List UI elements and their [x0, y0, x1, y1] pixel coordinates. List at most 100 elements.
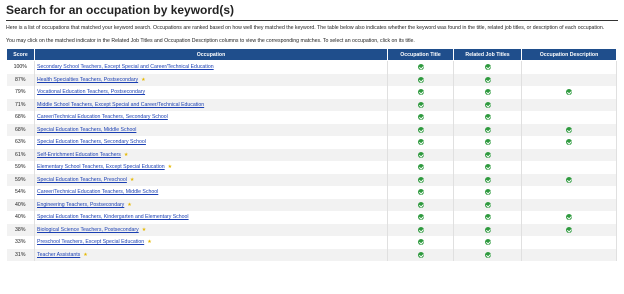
table-header-row: Score Occupation Occupation Title Relate… — [6, 48, 617, 61]
check-circle-icon[interactable] — [484, 126, 491, 133]
description-match-cell — [521, 161, 617, 174]
check-circle-icon — [417, 176, 424, 183]
title-match-cell — [387, 148, 454, 161]
occupation-link[interactable]: Teacher Assistants — [37, 252, 80, 258]
title-match-cell — [387, 73, 454, 86]
occupation-title-header[interactable]: Occupation Title — [387, 48, 454, 61]
table-row: 100% Secondary School Teachers, Except Sp… — [6, 60, 617, 74]
score-cell: 31% — [6, 248, 35, 261]
check-circle-icon[interactable] — [566, 176, 572, 183]
bright-outlook-star-icon: ★ — [141, 226, 147, 233]
occupation-link[interactable]: Health Specialties Teachers, Postseconda… — [37, 77, 138, 83]
check-circle-icon[interactable] — [484, 251, 491, 258]
occupation-cell: Career/Technical Education Teachers, Mid… — [34, 186, 388, 199]
description-match-cell — [521, 248, 617, 261]
score-cell: 68% — [6, 123, 35, 136]
bright-outlook-star-icon: ★ — [167, 164, 173, 171]
occupation-cell: Vocational Education Teachers, Postsecon… — [34, 86, 388, 99]
check-circle-icon[interactable] — [484, 139, 491, 146]
table-row: 63% Special Education Teachers, Secondary… — [6, 136, 617, 149]
title-match-cell — [387, 236, 454, 249]
occupation-link[interactable]: Middle School Teachers, Except Special a… — [37, 102, 204, 108]
occupation-cell: Self-Enrichment Education Teachers ★ — [34, 148, 388, 161]
results-table: Score Occupation Occupation Title Relate… — [6, 48, 617, 261]
score-cell: 63% — [6, 136, 35, 149]
score-cell: 38% — [6, 223, 35, 236]
check-circle-icon[interactable] — [484, 189, 491, 196]
check-circle-icon[interactable] — [484, 64, 491, 71]
check-circle-icon[interactable] — [484, 214, 491, 221]
check-circle-icon[interactable] — [484, 89, 491, 96]
description-match-cell — [521, 198, 617, 211]
check-circle-icon[interactable] — [484, 239, 491, 246]
score-cell: 54% — [6, 186, 35, 199]
related-match-cell — [453, 223, 522, 236]
check-circle-icon[interactable] — [484, 151, 491, 158]
table-row: 54% Career/Technical Education Teachers, … — [6, 186, 617, 199]
description-match-cell — [521, 223, 617, 236]
related-match-cell — [453, 161, 522, 174]
occupation-cell: Teacher Assistants ★ — [34, 248, 388, 261]
occupation-cell: Career/Technical Education Teachers, Sec… — [34, 111, 388, 124]
bright-outlook-star-icon: ★ — [83, 251, 88, 258]
check-circle-icon[interactable] — [484, 226, 491, 233]
check-circle-icon — [417, 239, 424, 246]
check-circle-icon[interactable] — [566, 226, 572, 233]
title-match-cell — [387, 98, 454, 111]
occupation-link[interactable]: Special Education Teachers, Middle Schoo… — [37, 127, 136, 133]
related-job-titles-header[interactable]: Related Job Titles — [453, 48, 522, 61]
check-circle-icon[interactable] — [484, 101, 491, 108]
related-match-cell — [453, 86, 522, 99]
score-cell: 79% — [6, 86, 35, 99]
check-circle-icon[interactable] — [566, 139, 572, 146]
check-circle-icon[interactable] — [484, 201, 491, 208]
check-circle-icon[interactable] — [566, 89, 572, 96]
score-header[interactable]: Score — [6, 48, 35, 61]
occupation-link[interactable]: Vocational Education Teachers, Postsecon… — [37, 89, 145, 95]
occupation-link[interactable]: Engineering Teachers, Postsecondary — [37, 202, 124, 208]
score-cell: 59% — [6, 161, 35, 174]
occupation-link[interactable]: Special Education Teachers, Secondary Sc… — [37, 139, 146, 145]
related-match-cell — [453, 186, 522, 199]
check-circle-icon[interactable] — [566, 126, 572, 133]
related-match-cell — [453, 60, 522, 74]
check-circle-icon — [417, 101, 424, 108]
score-cell: 33% — [6, 236, 35, 249]
check-circle-icon — [417, 201, 424, 208]
occupation-link[interactable]: Self-Enrichment Education Teachers — [37, 152, 121, 158]
table-row: 61% Self-Enrichment Education Teachers ★ — [6, 148, 617, 161]
occupation-link[interactable]: Secondary School Teachers, Except Specia… — [37, 64, 214, 70]
check-circle-icon — [417, 214, 424, 221]
score-cell: 61% — [6, 148, 35, 161]
description-match-cell — [521, 123, 617, 136]
table-row: 40% Special Education Teachers, Kindergar… — [6, 211, 617, 224]
occupation-header[interactable]: Occupation — [34, 48, 388, 61]
description-match-cell — [521, 98, 617, 111]
occupation-cell: Engineering Teachers, Postsecondary ★ — [34, 198, 388, 211]
description-match-cell — [521, 186, 617, 199]
occupation-link[interactable]: Special Education Teachers, Preschool — [37, 177, 127, 183]
occupation-link[interactable]: Biological Science Teachers, Postseconda… — [37, 227, 139, 233]
description-match-cell — [521, 211, 617, 224]
check-circle-icon[interactable] — [566, 214, 572, 221]
score-cell: 100% — [6, 60, 35, 74]
title-match-cell — [387, 123, 454, 136]
occupation-link[interactable]: Career/Technical Education Teachers, Mid… — [37, 189, 158, 195]
occupation-link[interactable]: Elementary School Teachers, Except Speci… — [37, 164, 165, 170]
check-circle-icon[interactable] — [484, 164, 491, 171]
check-circle-icon[interactable] — [484, 176, 491, 183]
occupation-link[interactable]: Career/Technical Education Teachers, Sec… — [37, 114, 168, 120]
title-match-cell — [387, 136, 454, 149]
check-circle-icon[interactable] — [484, 114, 491, 121]
related-match-cell — [453, 248, 522, 261]
description-match-cell — [521, 136, 617, 149]
occupation-description-header[interactable]: Occupation Description — [521, 48, 617, 61]
description-match-cell — [521, 236, 617, 249]
title-match-cell — [387, 223, 454, 236]
bright-outlook-star-icon: ★ — [127, 201, 132, 208]
occupation-link[interactable]: Preschool Teachers, Except Special Educa… — [37, 239, 144, 245]
related-match-cell — [453, 136, 522, 149]
check-circle-icon[interactable] — [484, 76, 491, 83]
check-circle-icon — [417, 189, 424, 196]
occupation-link[interactable]: Special Education Teachers, Kindergarten… — [37, 214, 189, 220]
